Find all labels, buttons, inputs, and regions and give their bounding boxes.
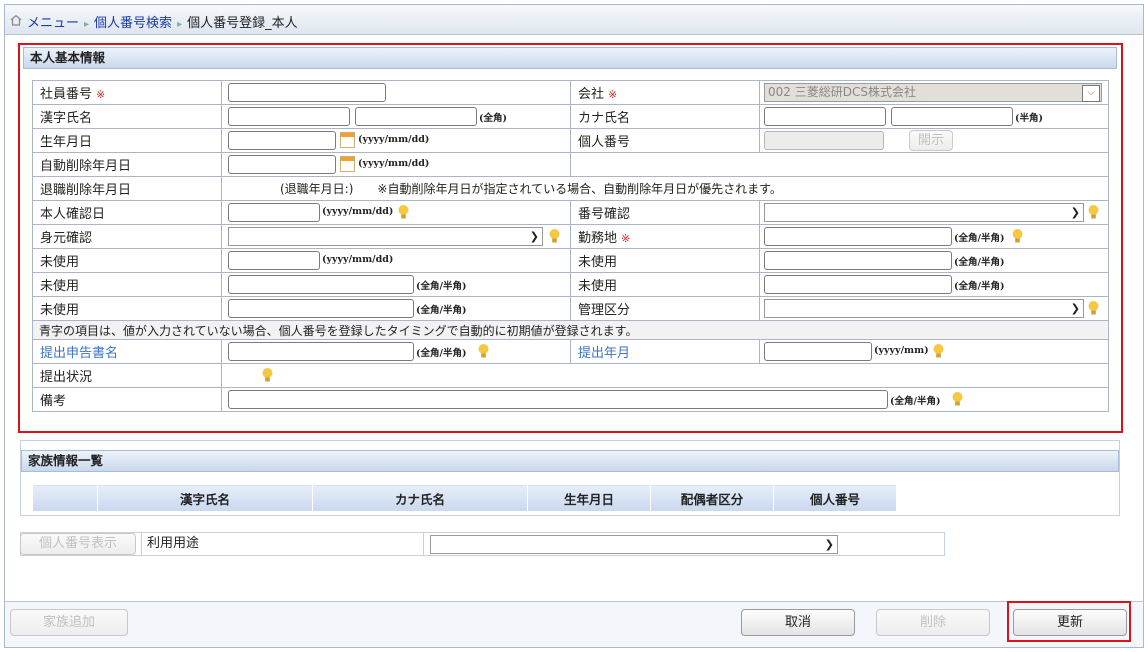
chevron-down-icon: ❯ bbox=[824, 538, 834, 551]
breadcrumb-separator-icon: ▸ bbox=[177, 19, 183, 30]
breadcrumb: メニュー ▸ 個人番号検索 ▸ 個人番号登録_本人 bbox=[5, 5, 1143, 35]
breadcrumb-menu-link[interactable]: メニュー bbox=[27, 16, 79, 31]
show-number-button[interactable]: 個人番号表示 bbox=[20, 533, 136, 555]
family-column-my-number: 個人番号 bbox=[773, 484, 897, 512]
breadcrumb-search-link[interactable]: 個人番号検索 bbox=[94, 16, 172, 31]
home-icon bbox=[10, 14, 22, 26]
personal-section-highlight bbox=[18, 43, 1123, 433]
family-section-title: 家族情報一覧 bbox=[28, 453, 104, 468]
delete-button[interactable]: 削除 bbox=[876, 609, 990, 636]
family-table-header-row: 漢字氏名 カナ氏名 生年月日 配偶者区分 個人番号 bbox=[32, 484, 897, 512]
family-column-kana-name: カナ氏名 bbox=[312, 484, 528, 512]
add-family-button[interactable]: 家族追加 bbox=[10, 609, 128, 636]
family-column-kanji-name: 漢字氏名 bbox=[97, 484, 313, 512]
update-button-highlight bbox=[1007, 601, 1131, 642]
usage-select[interactable]: ❯ bbox=[430, 535, 838, 554]
usage-label: 利用用途 bbox=[141, 533, 424, 555]
family-column-birth-date: 生年月日 bbox=[527, 484, 651, 512]
family-column-blank bbox=[32, 484, 98, 512]
breadcrumb-separator-icon: ▸ bbox=[84, 19, 90, 30]
family-column-spouse-class: 配偶者区分 bbox=[650, 484, 774, 512]
cancel-button[interactable]: 取消 bbox=[741, 609, 855, 636]
family-section-header: 家族情報一覧 bbox=[21, 450, 1119, 472]
breadcrumb-current: 個人番号登録_本人 bbox=[187, 16, 298, 31]
family-table: 漢字氏名 カナ氏名 生年月日 配偶者区分 個人番号 bbox=[32, 484, 897, 512]
